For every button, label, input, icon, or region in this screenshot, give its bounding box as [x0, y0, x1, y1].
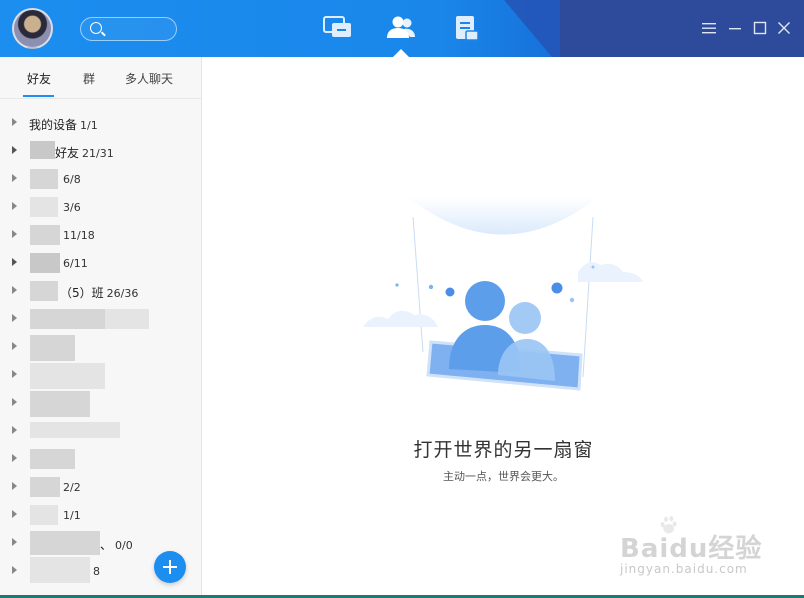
group-name: 、: [100, 538, 113, 552]
expand-arrow-icon: [12, 314, 17, 322]
active-nav-pointer: [393, 49, 409, 57]
menu-icon[interactable]: [700, 19, 718, 37]
search-box[interactable]: [80, 17, 177, 41]
privacy-mask: [30, 531, 100, 555]
privacy-mask: [30, 363, 105, 389]
empty-state-headline: 打开世界的另一扇窗: [413, 439, 594, 461]
friend-group[interactable]: [0, 417, 201, 445]
privacy-mask: [30, 335, 75, 361]
group-count: 0/0: [115, 539, 133, 552]
empty-state-panel: 打开世界的另一扇窗 主动一点，世界会更大。: [203, 57, 804, 598]
contacts-icon[interactable]: [386, 14, 416, 42]
tab-groups[interactable]: 群: [83, 70, 95, 87]
privacy-mask: [30, 422, 120, 438]
friend-group[interactable]: [0, 445, 201, 473]
contacts-panel: 好友 群 多人聊天 我的设备 1/1 好友 21/31 6/8 3/6 11/18 …: [0, 57, 202, 598]
privacy-mask: [30, 557, 90, 583]
group-name: 我的设备: [29, 118, 78, 132]
expand-arrow-icon: [12, 370, 17, 378]
title-bar: [0, 0, 804, 57]
friend-group[interactable]: 11/18: [0, 221, 201, 249]
expand-arrow-icon: [12, 342, 17, 350]
group-name: （5）班: [60, 286, 104, 300]
group-count: 8: [93, 565, 100, 578]
privacy-mask: [30, 477, 60, 497]
friend-group[interactable]: [0, 361, 201, 389]
friend-group-list: 我的设备 1/1 好友 21/31 6/8 3/6 11/18 6/11 （5）班 2…: [0, 109, 201, 585]
contact-tabs: 好友 群 多人聊天: [0, 57, 201, 99]
friend-group[interactable]: 3/6: [0, 193, 201, 221]
privacy-mask: [30, 309, 105, 329]
expand-arrow-icon: [12, 454, 17, 462]
close-icon[interactable]: [775, 19, 793, 37]
privacy-mask: [30, 391, 90, 417]
group-count: 1/1: [80, 119, 98, 132]
maximize-icon[interactable]: [751, 19, 769, 37]
expand-arrow-icon: [12, 482, 17, 490]
avatar[interactable]: [12, 8, 53, 49]
expand-arrow-icon: [12, 426, 17, 434]
friend-group[interactable]: 6/11: [0, 249, 201, 277]
privacy-mask: [30, 449, 75, 469]
expand-arrow-icon: [12, 566, 17, 574]
group-count: 6/11: [63, 257, 88, 270]
friend-group[interactable]: 2/2: [0, 473, 201, 501]
hot-air-balloon-illustration: [363, 197, 643, 391]
friend-group[interactable]: [0, 333, 201, 361]
messages-icon[interactable]: [323, 14, 353, 42]
search-input[interactable]: [107, 20, 171, 38]
friend-group[interactable]: [0, 389, 201, 417]
search-icon: [90, 22, 102, 34]
add-contact-button[interactable]: [154, 551, 186, 583]
expand-arrow-icon: [12, 230, 17, 238]
group-name: 好友: [55, 146, 80, 160]
group-count: 6/8: [63, 173, 81, 186]
empty-state-subline: 主动一点，世界会更大。: [443, 470, 564, 483]
expand-arrow-icon: [12, 146, 17, 154]
privacy-mask: [30, 225, 60, 245]
group-count: 11/18: [63, 229, 95, 242]
friend-group[interactable]: [0, 305, 201, 333]
privacy-mask: [30, 281, 58, 301]
privacy-mask: [30, 169, 58, 189]
expand-arrow-icon: [12, 202, 17, 210]
friend-group[interactable]: 好友 21/31: [0, 137, 201, 165]
friend-group[interactable]: 6/8: [0, 165, 201, 193]
privacy-mask: [105, 309, 149, 329]
expand-arrow-icon: [12, 258, 17, 266]
friend-group[interactable]: 1/1: [0, 501, 201, 529]
watermark-brand: Baidu经验: [620, 534, 763, 564]
expand-arrow-icon: [12, 174, 17, 182]
privacy-mask: [30, 253, 60, 273]
expand-arrow-icon: [12, 286, 17, 294]
friend-group[interactable]: （5）班 26/36: [0, 277, 201, 305]
active-tab-indicator: [23, 95, 54, 97]
privacy-mask: [30, 141, 55, 159]
privacy-mask: [30, 505, 58, 525]
group-count: 1/1: [63, 509, 81, 522]
tab-friends[interactable]: 好友: [27, 70, 51, 87]
group-count: 21/31: [82, 147, 114, 160]
tab-multi-chat[interactable]: 多人聊天: [125, 70, 173, 87]
group-count: 2/2: [63, 481, 81, 494]
friend-group[interactable]: 我的设备 1/1: [0, 109, 201, 137]
expand-arrow-icon: [12, 510, 17, 518]
group-count: 26/36: [106, 287, 139, 300]
expand-arrow-icon: [12, 538, 17, 546]
watermark-url: jingyan.baidu.com: [620, 562, 748, 576]
expand-arrow-icon: [12, 398, 17, 406]
expand-arrow-icon: [12, 118, 17, 126]
minimize-icon[interactable]: [726, 19, 744, 37]
privacy-mask: [30, 197, 58, 217]
group-count: 3/6: [63, 201, 81, 214]
apps-icon[interactable]: [452, 14, 482, 42]
